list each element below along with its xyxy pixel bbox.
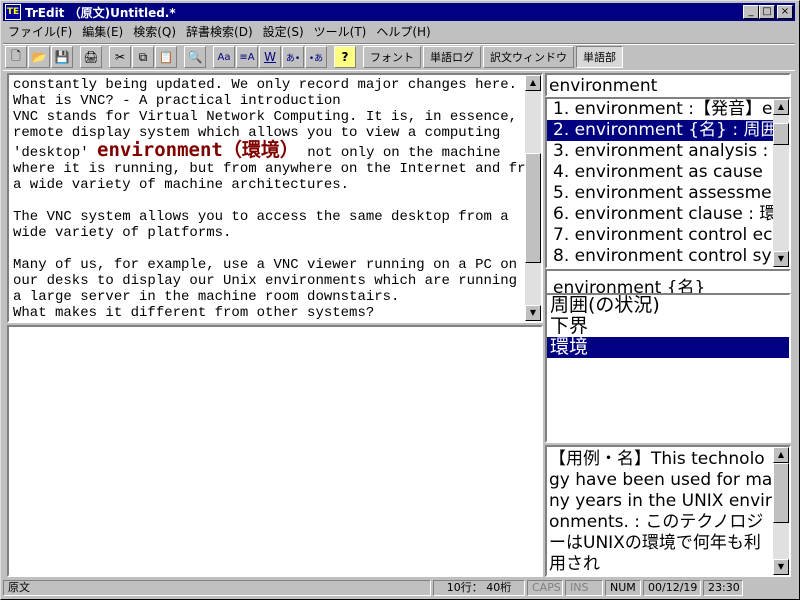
example-text: 【用例・名】This technology have been used for… (549, 449, 773, 574)
source-text-pane[interactable]: constantly being updated. We only record… (7, 73, 543, 323)
maximize-button[interactable]: □ (759, 5, 775, 19)
target-text-pane[interactable] (7, 325, 543, 577)
insert-left-icon[interactable]: あ• (282, 46, 304, 68)
source-line: a wide variety of machine architectures. (13, 177, 350, 193)
status-caps: CAPS (527, 580, 563, 596)
dictionary-query-field[interactable]: environment (545, 73, 791, 97)
source-line: 'desktop' environment（環境） not only on th… (13, 139, 523, 162)
translate-sentence-icon[interactable]: ≡A (236, 46, 258, 68)
close-button[interactable]: × (777, 5, 793, 19)
status-ins: INS (565, 580, 603, 596)
cut-icon[interactable]: ✂ (109, 46, 131, 68)
highlighted-word[interactable]: environment（環境） (97, 139, 299, 161)
scroll-down-icon[interactable]: ▼ (773, 251, 789, 267)
menu-search[interactable]: 検索(Q) (128, 23, 181, 40)
source-line: a large server in the machine room downs… (13, 289, 400, 305)
result-item[interactable]: 7. environment control ec (547, 225, 789, 246)
source-line: The VNC system allows you to access the … (13, 209, 509, 225)
source-line: our desks to display our Unix environmen… (13, 273, 543, 289)
translation-window-button[interactable]: 訳文ウィンドウ (483, 46, 574, 68)
copy-icon[interactable]: ⧉ (132, 46, 154, 68)
meaning-item[interactable]: 下界 (547, 316, 789, 337)
status-num: NUM (605, 580, 641, 596)
source-line: constantly being updated. We only record… (13, 77, 518, 93)
meanings-list[interactable]: 周囲(の状況) 下界 環境 (545, 293, 791, 443)
window-title: TrEdit （原文)Untitled.* (25, 5, 176, 20)
menu-dictionary[interactable]: 辞書検索(D) (181, 23, 258, 40)
menu-help[interactable]: ヘルプ(H) (371, 23, 435, 40)
scroll-down-icon[interactable]: ▼ (525, 305, 541, 321)
example-pane[interactable]: 【用例・名】This technology have been used for… (545, 445, 791, 577)
headword-field: environment {名} (545, 269, 791, 295)
translate-word-icon[interactable]: Aa (213, 46, 235, 68)
source-line-post: not only on the machine (298, 145, 501, 161)
toolbar: 🗋 📂 💾 🖨 ✂ ⧉ 📋 🔍 Aa ≡A W あ• •あ ? フォント 単語ロ… (3, 43, 795, 71)
menu-tools[interactable]: ツール(T) (309, 23, 372, 40)
result-item[interactable]: 1. environment :【発音】e (547, 99, 789, 120)
source-line: What makes it different from other syste… (13, 305, 375, 321)
source-line: What is VNC? - A practical introduction (13, 93, 341, 109)
find-binoculars-icon[interactable]: 🔍 (184, 46, 206, 68)
status-position: 10行： 40桁 (433, 580, 525, 596)
scroll-up-icon[interactable]: ▲ (773, 99, 789, 115)
save-icon[interactable]: 💾 (51, 46, 73, 68)
print-icon[interactable]: 🖨 (80, 46, 102, 68)
status-time: 23:30 (703, 580, 743, 596)
result-item[interactable]: 6. environment clause : 環 (547, 204, 789, 225)
result-item[interactable]: 5. environment assessme (547, 183, 789, 204)
meaning-item-selected[interactable]: 環境 (547, 337, 789, 358)
result-item-selected[interactable]: 2. environment {名} : 周囲 (547, 120, 789, 141)
scroll-thumb[interactable] (525, 153, 541, 263)
source-text[interactable]: constantly being updated. We only record… (13, 77, 543, 321)
insert-right-icon[interactable]: •あ (305, 46, 327, 68)
scroll-up-icon[interactable]: ▲ (525, 75, 541, 91)
status-mode: 原文 (3, 580, 431, 596)
app-icon[interactable]: TE (5, 4, 21, 20)
new-file-icon[interactable]: 🗋 (5, 46, 27, 68)
scroll-up-icon[interactable]: ▲ (773, 447, 789, 463)
source-scrollbar[interactable]: ▲ ▼ (525, 75, 541, 321)
menu-file[interactable]: ファイル(F) (3, 23, 77, 40)
source-line: where it is running, but from anywhere o… (13, 161, 543, 177)
source-line: wide variety of platforms. (13, 225, 232, 241)
word-lookup-icon[interactable]: W (259, 46, 281, 68)
word-part-button[interactable]: 単語部 (576, 46, 623, 68)
font-button[interactable]: フォント (363, 46, 421, 68)
status-date: 00/12/19 (643, 580, 701, 596)
example-scrollbar[interactable]: ▲ ▼ (773, 447, 789, 575)
paste-icon[interactable]: 📋 (155, 46, 177, 68)
minimize-button[interactable]: _ (743, 5, 759, 19)
source-line-pre: 'desktop' (13, 145, 98, 161)
source-line: VNC stands for Virtual Network Computing… (13, 109, 534, 125)
source-line: Many of us, for example, use a VNC viewe… (13, 257, 518, 273)
meaning-item[interactable]: 周囲(の状況) (547, 295, 789, 316)
title-bar[interactable]: TE TrEdit （原文)Untitled.* _ □ × (3, 3, 795, 21)
result-item[interactable]: 8. environment control sy (547, 246, 789, 267)
source-line (13, 193, 523, 209)
source-line (13, 241, 523, 257)
word-log-button[interactable]: 単語ログ (423, 46, 481, 68)
result-item[interactable]: 4. environment as cause (547, 162, 789, 183)
status-bar: 原文 10行： 40桁 CAPS INS NUM 00/12/19 23:30 (3, 579, 795, 597)
help-icon[interactable]: ? (334, 46, 356, 68)
app-window: TE TrEdit （原文)Untitled.* _ □ × ファイル(F) 編… (0, 0, 800, 600)
result-item[interactable]: 3. environment analysis : (547, 141, 789, 162)
dictionary-results-list[interactable]: 1. environment :【発音】e 2. environment {名}… (545, 97, 791, 269)
open-folder-icon[interactable]: 📂 (28, 46, 50, 68)
menu-bar: ファイル(F) 編集(E) 検索(Q) 辞書検索(D) 設定(S) ツール(T)… (3, 22, 795, 41)
scroll-thumb[interactable] (773, 123, 789, 145)
scroll-thumb[interactable] (773, 463, 789, 523)
menu-edit[interactable]: 編集(E) (77, 23, 128, 40)
menu-settings[interactable]: 設定(S) (258, 23, 309, 40)
scroll-down-icon[interactable]: ▼ (773, 559, 789, 575)
results-scrollbar[interactable]: ▲ ▼ (773, 99, 789, 267)
